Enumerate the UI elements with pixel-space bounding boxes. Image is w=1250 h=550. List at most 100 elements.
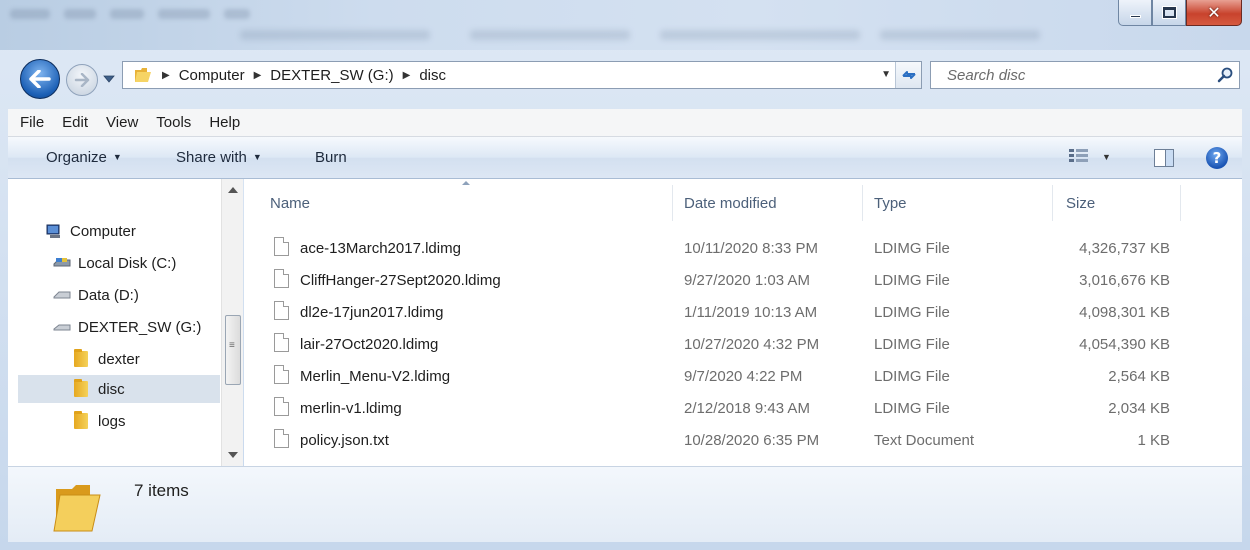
file-size: 4,054,390 KB (1079, 336, 1170, 353)
file-date: 10/11/2020 8:33 PM (684, 240, 818, 257)
preview-pane-button[interactable] (1154, 149, 1174, 167)
nav-item-computer[interactable]: Computer (44, 217, 136, 245)
column-header-label: Type (874, 194, 907, 212)
file-row[interactable]: merlin-v1.ldimg 2/12/2018 9:43 AM LDIMG … (266, 393, 1206, 425)
nav-item-dexter-folder[interactable]: dexter (72, 345, 140, 373)
menu-tools[interactable]: Tools (156, 114, 191, 131)
change-view-button[interactable]: ▼ (1068, 147, 1111, 167)
breadcrumb-arrow-icon[interactable]: ▶ (162, 70, 170, 81)
breadcrumb-folder[interactable]: disc (419, 67, 446, 84)
forward-arrow-icon (74, 73, 90, 87)
menu-edit[interactable]: Edit (62, 114, 88, 131)
local-disk-icon (53, 258, 71, 267)
back-button[interactable] (20, 59, 60, 99)
minimize-button[interactable] (1118, 0, 1152, 26)
column-header-size[interactable]: Size (1066, 179, 1095, 227)
drive-icon (53, 324, 71, 331)
breadcrumb-drive[interactable]: DEXTER_SW (G:) (270, 67, 393, 84)
file-date: 1/11/2019 10:13 AM (684, 304, 818, 321)
file-date: 9/7/2020 4:22 PM (684, 368, 803, 385)
maximize-button[interactable] (1152, 0, 1186, 26)
maximize-icon (1161, 6, 1177, 19)
file-name: dl2e-17jun2017.ldimg (300, 304, 444, 321)
file-row[interactable]: ace-13March2017.ldimg 10/11/2020 8:33 PM… (266, 233, 1206, 265)
folder-icon (72, 379, 92, 397)
menu-file[interactable]: File (20, 114, 44, 131)
navigation-scrollbar[interactable] (221, 179, 243, 466)
help-icon: ? (1212, 149, 1222, 167)
file-date: 9/27/2020 1:03 AM (684, 272, 810, 289)
minimize-icon (1129, 15, 1141, 18)
nav-item-label: dexter (98, 350, 140, 368)
file-date: 10/28/2020 6:35 PM (684, 432, 820, 449)
file-row[interactable]: CliffHanger-27Sept2020.ldimg 9/27/2020 1… (266, 265, 1206, 297)
file-type: LDIMG File (874, 368, 950, 385)
chevron-down-icon: ▼ (252, 152, 262, 162)
nav-item-dexter-drive[interactable]: DEXTER_SW (G:) (52, 313, 201, 341)
refresh-button[interactable] (895, 62, 921, 88)
file-row[interactable]: dl2e-17jun2017.ldimg 1/11/2019 10:13 AM … (266, 297, 1206, 329)
navigation-row: ▶ Computer ▶ DEXTER_SW (G:) ▶ disc ▼ Sea… (0, 55, 1250, 99)
file-icon (274, 397, 289, 416)
computer-icon (46, 224, 60, 238)
address-dropdown-icon[interactable]: ▼ (881, 69, 891, 80)
back-arrow-icon (29, 70, 51, 88)
nav-item-label: Data (D:) (78, 286, 139, 304)
file-row[interactable]: policy.json.txt 10/28/2020 6:35 PM Text … (266, 425, 1206, 457)
nav-item-disc-folder[interactable]: disc (18, 375, 220, 403)
file-type: Text Document (874, 432, 975, 449)
folder-icon (135, 68, 151, 82)
search-icon[interactable] (1217, 67, 1233, 83)
chevron-down-icon: ▼ (1102, 152, 1111, 162)
nav-item-label: logs (98, 412, 126, 430)
share-with-label: Share with (176, 149, 247, 166)
nav-item-logs-folder[interactable]: logs (72, 407, 126, 435)
burn-button[interactable]: Burn (315, 149, 347, 166)
search-box[interactable]: Search disc (930, 61, 1240, 89)
recent-pages-button[interactable] (102, 72, 116, 86)
scroll-thumb[interactable] (225, 315, 241, 385)
menu-view[interactable]: View (106, 114, 138, 131)
file-icon (274, 365, 289, 384)
scroll-down-icon[interactable] (228, 452, 238, 458)
scroll-up-icon[interactable] (228, 187, 238, 193)
file-size: 2,034 KB (1108, 400, 1170, 417)
forward-button[interactable] (66, 64, 98, 96)
nav-item-local-disk[interactable]: Local Disk (C:) (52, 249, 176, 277)
column-header-date-modified[interactable]: Date modified (684, 179, 777, 227)
chevron-down-icon: ▼ (112, 152, 122, 162)
explorer-window: ✕ ▶ Computer ▶ DEXTER_SW (G:) ▶ disc ▼ S… (0, 0, 1250, 550)
column-header-type[interactable]: Type (874, 179, 907, 227)
file-icon (274, 429, 289, 448)
nav-item-data-drive[interactable]: Data (D:) (52, 281, 139, 309)
file-date: 2/12/2018 9:43 AM (684, 400, 810, 417)
file-size: 2,564 KB (1108, 368, 1170, 385)
column-header-name[interactable]: Name (270, 179, 310, 227)
menu-help[interactable]: Help (209, 114, 240, 131)
breadcrumb-computer[interactable]: Computer (179, 67, 245, 84)
breadcrumb-arrow-icon[interactable]: ▶ (254, 70, 262, 81)
file-name: lair-27Oct2020.ldimg (300, 336, 439, 353)
file-row[interactable]: Merlin_Menu-V2.ldimg 9/7/2020 4:22 PM LD… (266, 361, 1206, 393)
folder-icon (72, 411, 92, 429)
file-size: 4,326,737 KB (1079, 240, 1170, 257)
command-bar: Organize ▼ Share with ▼ Burn ▼ ? (8, 137, 1242, 179)
file-name: CliffHanger-27Sept2020.ldimg (300, 272, 501, 289)
caption-buttons: ✕ (1118, 0, 1242, 28)
search-input[interactable]: Search disc (947, 67, 1025, 84)
folder-icon (53, 485, 101, 532)
column-header-label: Date modified (684, 194, 777, 212)
breadcrumb-arrow-icon[interactable]: ▶ (403, 70, 411, 81)
organize-button[interactable]: Organize ▼ (46, 149, 122, 166)
file-list: Name Date modified Type Size ace-13March… (244, 179, 1242, 466)
file-row[interactable]: lair-27Oct2020.ldimg 10/27/2020 4:32 PM … (266, 329, 1206, 361)
address-bar[interactable]: ▶ Computer ▶ DEXTER_SW (G:) ▶ disc ▼ (122, 61, 922, 89)
column-header-label: Size (1066, 194, 1096, 212)
refresh-icon (901, 71, 916, 79)
close-button[interactable]: ✕ (1186, 0, 1242, 26)
share-with-button[interactable]: Share with ▼ (176, 149, 262, 166)
sort-ascending-icon (462, 181, 470, 185)
navigation-pane: Computer Local Disk (C:) Data (D:) DEXTE… (8, 179, 243, 466)
file-size: 3,016,676 KB (1079, 272, 1170, 289)
help-button[interactable]: ? (1206, 147, 1228, 169)
